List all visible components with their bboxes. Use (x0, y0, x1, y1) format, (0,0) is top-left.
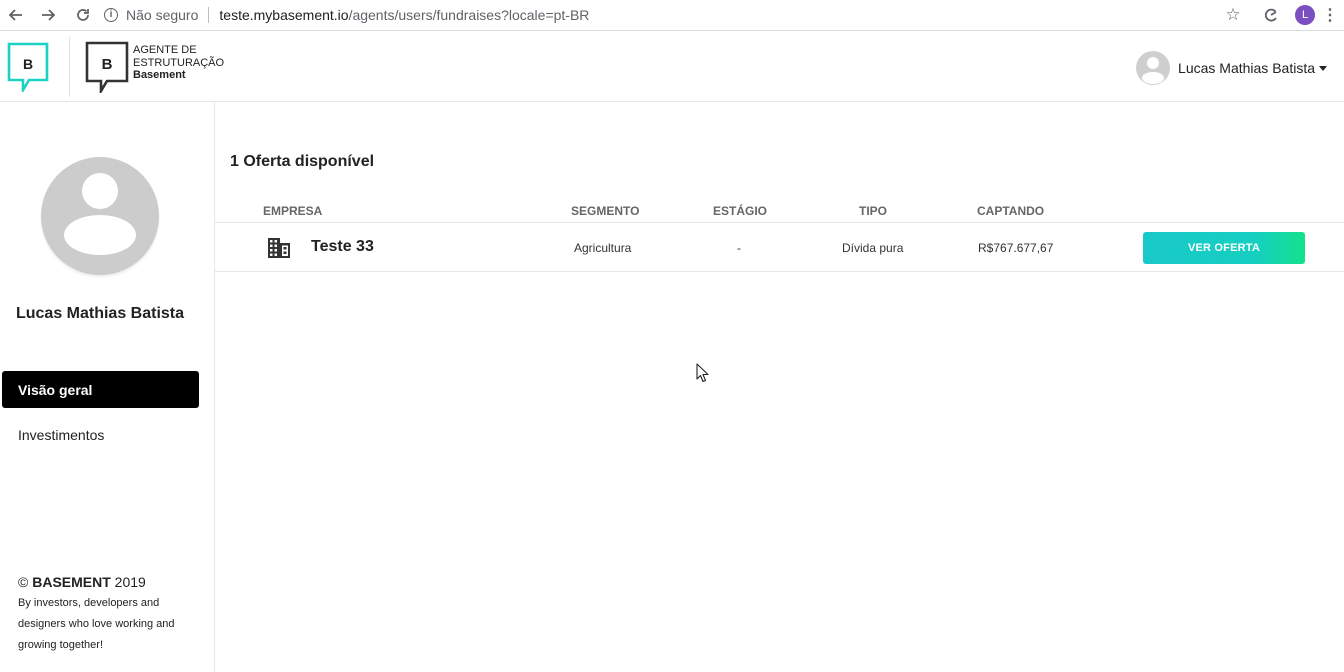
building-icon (268, 238, 290, 258)
logo-letter: B (23, 56, 33, 72)
column-header-empresa: EMPRESA (263, 204, 323, 218)
agent-logo-icon: B (85, 41, 129, 93)
profile-avatar-large (41, 157, 159, 275)
sidebar-footer: © BASEMENT 2019 By investors, developers… (18, 574, 208, 656)
address-divider (208, 7, 210, 23)
mouse-cursor-icon (696, 363, 709, 383)
user-menu-name[interactable]: Lucas Mathias Batista (1178, 60, 1315, 76)
forward-arrow-icon[interactable] (34, 1, 64, 29)
profile-avatar: L (1295, 5, 1315, 25)
security-label: Não seguro (126, 7, 199, 23)
caret-down-icon[interactable] (1319, 65, 1327, 71)
info-icon[interactable]: i (104, 8, 118, 22)
raising-cell: R$767.677,67 (978, 241, 1054, 255)
address-bar[interactable]: i Não seguro teste.mybasement.io/agents/… (104, 4, 589, 26)
user-placeholder-icon (1142, 57, 1165, 84)
back-arrow-icon[interactable] (0, 1, 30, 29)
table-row[interactable]: Teste 33 Agricultura - Dívida pura R$767… (215, 223, 1344, 272)
tagline-line-1: By investors, developers and (18, 597, 160, 609)
sidebar-item-label: Visão geral (18, 381, 93, 398)
type-cell: Dívida pura (842, 241, 904, 255)
column-header-estagio: ESTÁGIO (713, 204, 768, 218)
tagline-line-3: growing together! (18, 639, 103, 651)
copyright-brand: BASEMENT (32, 574, 111, 590)
basement-logo-icon[interactable]: B (7, 42, 49, 92)
header-divider (69, 37, 70, 97)
sidebar-item-label: Investimentos (18, 426, 105, 443)
extension-icon[interactable] (1252, 7, 1290, 23)
sidebar-item-investimentos[interactable]: Investimentos (2, 416, 199, 453)
browser-toolbar: i Não seguro teste.mybasement.io/agents/… (0, 0, 1344, 31)
sidebar: Lucas Mathias Batista Visão geral Invest… (0, 102, 215, 672)
copyright-symbol: © (18, 574, 29, 590)
user-menu[interactable]: Lucas Mathias Batista (1136, 51, 1327, 85)
column-header-tipo: TIPO (859, 204, 888, 218)
brand-line-3: Basement (133, 69, 186, 81)
agent-logo-letter: B (102, 56, 113, 73)
stage-cell: - (737, 241, 741, 255)
reload-icon[interactable] (68, 1, 98, 29)
table-header: EMPRESA SEGMENTO ESTÁGIO TIPO CAPTANDO (215, 202, 1344, 223)
page-title: 1 Oferta disponível (230, 153, 375, 170)
brand-line-2: ESTRUTURAÇÃO (133, 56, 225, 69)
company-name[interactable]: Teste 33 (311, 238, 374, 256)
url-path: /agents/users/fundraises?locale=pt-BR (348, 7, 590, 23)
view-offer-button[interactable]: VER OFERTA (1143, 232, 1305, 264)
browser-actions: ☆ L ⋮ (1214, 0, 1344, 30)
tagline-line-2: designers who love working and (18, 618, 175, 630)
segment-cell: Agricultura (574, 241, 632, 255)
star-icon[interactable]: ☆ (1214, 5, 1252, 25)
main-content: 1 Oferta disponível EMPRESA SEGMENTO EST… (215, 102, 1344, 672)
copyright-year: 2019 (114, 574, 146, 590)
user-placeholder-icon (64, 173, 136, 255)
brand-line-1: AGENTE DE (133, 44, 197, 56)
url-host: teste.mybasement.io (219, 7, 349, 23)
column-header-captando: CAPTANDO (977, 204, 1045, 218)
sidebar-user-name: Lucas Mathias Batista (15, 305, 185, 322)
user-avatar[interactable] (1136, 51, 1171, 85)
copyright: © BASEMENT 2019 (18, 574, 208, 590)
sidebar-item-visao-geral[interactable]: Visão geral (2, 371, 199, 408)
more-vert-icon[interactable]: ⋮ (1320, 5, 1340, 25)
column-header-segmento: SEGMENTO (571, 204, 640, 218)
brand-text: AGENTE DE ESTRUTURAÇÃO Basement (133, 44, 224, 82)
app-header: B B AGENTE DE ESTRUTURAÇÃO Basement Luca… (0, 31, 1344, 102)
profile-button[interactable]: L (1290, 5, 1320, 25)
